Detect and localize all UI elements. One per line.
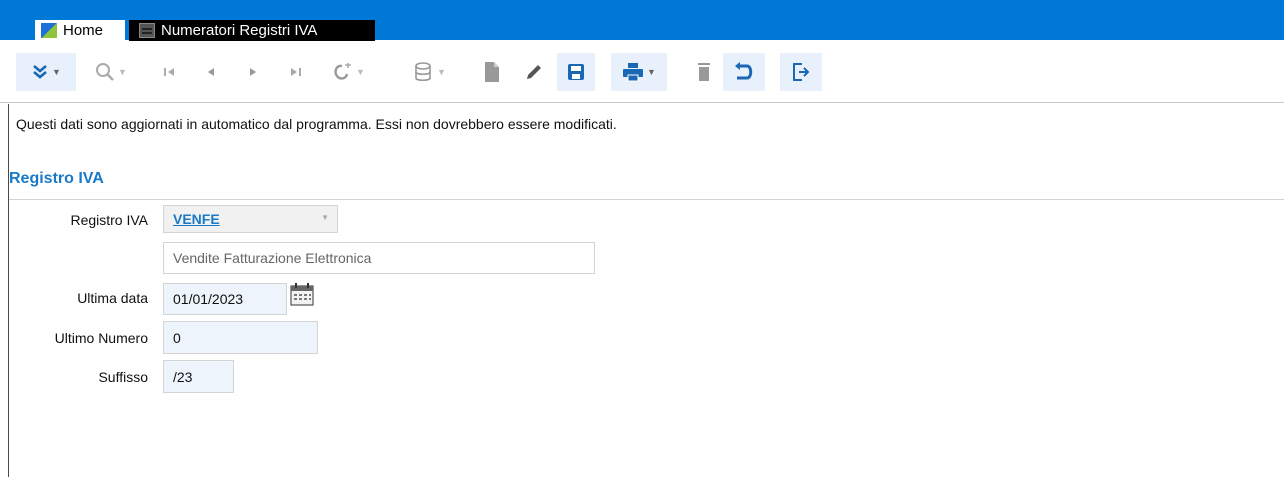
home-icon	[41, 23, 57, 38]
ultima-data-value: 01/01/2023	[173, 291, 244, 307]
registro-iva-label: Registro IVA	[70, 212, 148, 228]
database-button[interactable]: ▼	[402, 53, 458, 91]
double-chevron-down-icon	[33, 65, 47, 79]
tab-bar: Home Numeratori Registri IVA	[0, 0, 1284, 41]
last-record-icon	[291, 68, 301, 76]
calendar-icon[interactable]	[289, 281, 315, 307]
section-divider	[9, 199, 1284, 200]
register-icon	[139, 23, 155, 38]
search-button[interactable]: ▼	[83, 53, 139, 91]
chevron-down-icon[interactable]: ▼	[321, 213, 329, 222]
first-record-button[interactable]	[154, 53, 184, 91]
ultima-data-label: Ultima data	[77, 290, 148, 306]
search-icon	[96, 63, 114, 81]
registro-iva-description: Vendite Fatturazione Elettronica	[173, 250, 372, 266]
undo-button[interactable]	[723, 53, 765, 91]
last-record-button[interactable]	[281, 53, 311, 91]
suffisso-value: /23	[173, 368, 193, 385]
previous-record-icon	[208, 68, 214, 76]
search-dropdown-icon: ▼	[118, 67, 127, 77]
new-document-icon	[485, 62, 499, 82]
left-border	[8, 104, 9, 477]
suffisso-label: Suffisso	[98, 369, 148, 385]
link-icon	[334, 63, 352, 80]
trash-icon	[698, 63, 710, 81]
print-icon	[623, 63, 644, 82]
pencil-icon	[527, 65, 541, 79]
info-message: Questi dati sono aggiornati in automatic…	[16, 116, 617, 132]
tab-home[interactable]: Home	[35, 20, 125, 41]
tab-numeratori-label: Numeratori Registri IVA	[161, 22, 318, 39]
first-record-icon	[164, 68, 174, 76]
tab-home-label: Home	[63, 22, 104, 39]
undo-icon	[735, 62, 753, 80]
save-icon	[568, 64, 584, 80]
print-button[interactable]: ▼	[611, 53, 667, 91]
expand-button[interactable]: ▼	[16, 53, 76, 91]
print-dropdown-icon: ▼	[647, 67, 656, 77]
tab-numeratori-registri-iva[interactable]: Numeratori Registri IVA	[129, 20, 375, 41]
exit-button[interactable]	[780, 53, 822, 91]
registro-iva-value[interactable]: VENFE	[173, 211, 220, 227]
exit-icon	[793, 63, 810, 81]
database-dropdown-icon: ▼	[437, 67, 446, 77]
edit-button[interactable]	[516, 53, 552, 91]
ultimo-numero-label: Ultimo Numero	[54, 330, 148, 346]
expand-dropdown-icon: ▼	[52, 67, 61, 77]
save-button[interactable]	[557, 53, 595, 91]
next-record-icon	[250, 68, 256, 76]
link-dropdown-icon: ▼	[356, 67, 365, 77]
section-title: Registro IVA	[9, 170, 104, 187]
previous-record-button[interactable]	[196, 53, 226, 91]
ultimo-numero-field[interactable]: 0	[163, 321, 318, 354]
ultimo-numero-value: 0	[173, 329, 181, 346]
registro-iva-description-field: Vendite Fatturazione Elettronica	[163, 242, 595, 274]
ultima-data-field[interactable]: 01/01/2023	[163, 283, 287, 315]
next-record-button[interactable]	[238, 53, 268, 91]
new-document-button[interactable]	[474, 53, 510, 91]
delete-button[interactable]	[688, 53, 720, 91]
database-icon	[415, 62, 431, 82]
link-button[interactable]: ▼	[323, 53, 373, 91]
suffisso-field[interactable]: /23	[163, 360, 234, 393]
app-window: Home Numeratori Registri IVA ▼ ▼ ▼ ▼ ▼ Q…	[0, 0, 1284, 477]
toolbar: ▼ ▼ ▼ ▼ ▼	[0, 41, 1284, 103]
registro-iva-combo[interactable]: VENFE ▼	[163, 205, 338, 233]
